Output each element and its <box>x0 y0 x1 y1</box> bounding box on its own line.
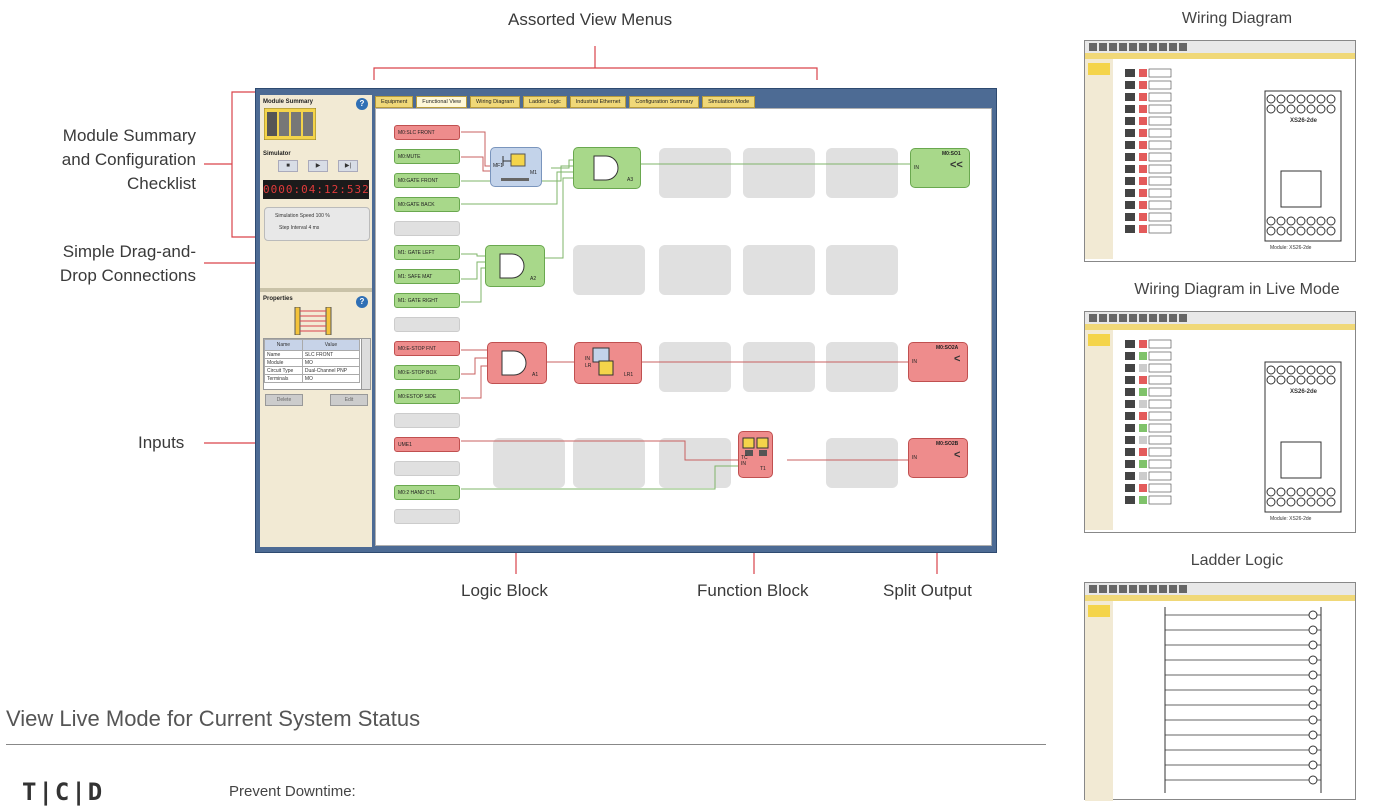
cell: Circuit Type <box>264 366 303 375</box>
input-block[interactable]: M0:ESTOP SIDE <box>394 389 460 404</box>
thumbnail-image <box>1085 312 1355 530</box>
table-row: Circuit Type Dual-Channel PNP <box>264 366 361 375</box>
ladder-logic-thumbnail[interactable] <box>1084 582 1356 801</box>
port-label-in: IN <box>741 461 746 467</box>
empty-input-slot[interactable] <box>394 317 460 332</box>
section-heading: View Live Mode for Current System Status <box>6 706 421 731</box>
edit-button[interactable]: Edit <box>330 394 368 406</box>
wiring-live-thumbnail[interactable] <box>1084 311 1356 533</box>
table-row: Module MO <box>264 358 361 367</box>
input-block[interactable]: M0:GATE BACK <box>394 197 460 212</box>
output-label-so2a: M0:SO2A <box>936 345 959 351</box>
cell: SLC FRONT <box>301 350 361 359</box>
properties-table: Name Value Name SLC FRONT Module MO Circuit… <box>263 338 371 390</box>
simulation-settings: Simulation Speed 100 % Step Interval 4 m… <box>264 207 370 241</box>
panel-divider[interactable] <box>260 288 372 292</box>
module-caption: Module: XS26-2de <box>1270 245 1312 251</box>
cell: Terminals <box>264 374 303 383</box>
simulation-speed: Simulation Speed 100 % <box>275 213 330 219</box>
stop-button[interactable]: ■ <box>278 160 298 172</box>
step-interval: Step Interval 4 ms <box>279 225 320 231</box>
output-label-so2b: M0:SO2B <box>936 441 959 447</box>
input-block[interactable]: M1: GATE RIGHT <box>394 293 460 308</box>
thumbnail-image <box>1085 41 1355 259</box>
port-label-in: IN <box>914 165 919 171</box>
module-summary-title: Module Summary <box>263 99 314 105</box>
thumb-title-wiring-live: Wiring Diagram in Live Mode <box>1134 281 1340 298</box>
wiring-diagram-thumbnail[interactable] <box>1084 40 1356 262</box>
block-label-t1: T1 <box>760 466 766 472</box>
tab-ladder-logic[interactable]: Ladder Logic <box>522 96 567 108</box>
split-output-icon: < <box>954 449 961 461</box>
delete-button[interactable]: Delete <box>265 394 303 406</box>
help-icon[interactable]: ? <box>356 98 368 110</box>
thumb-title-wiring: Wiring Diagram <box>1181 10 1293 27</box>
input-block[interactable]: M1: GATE LEFT <box>394 245 460 260</box>
empty-input-slot[interactable] <box>394 413 460 428</box>
port-label-in: IN <box>585 356 590 362</box>
input-block[interactable]: M0:MUTE <box>394 149 460 164</box>
simulator-title: Simulator <box>263 151 291 157</box>
cell: Dual-Channel PNP <box>301 366 361 375</box>
play-button[interactable]: ▶ <box>308 160 328 172</box>
tab-configuration-summary[interactable]: Configuration Summary <box>629 96 700 108</box>
column-header: Value <box>301 339 361 351</box>
input-block[interactable]: M1: SAFE MAT <box>394 269 460 284</box>
subheading: Prevent Downtime: <box>229 783 356 800</box>
tcd-logo: T|C|D <box>22 778 105 806</box>
thumbnail-image <box>1085 583 1355 801</box>
tab-equipment[interactable]: Equipment <box>375 96 414 108</box>
table-row: Name SLC FRONT <box>264 350 361 359</box>
thumb-title-ladder: Ladder Logic <box>1190 552 1284 569</box>
cell: Name <box>264 350 303 359</box>
tab-simulation-mode[interactable]: Simulation Mode <box>702 96 756 108</box>
connection-wires <box>461 131 913 490</box>
block-label-lr1: LR1 <box>624 372 634 378</box>
input-block[interactable]: M0:SLC FRONT <box>394 125 460 140</box>
simulation-timer: 0000:04:12:532 <box>263 180 369 199</box>
safety-light-curtain-icon <box>294 307 332 335</box>
module-summary-icon[interactable] <box>264 108 316 140</box>
input-block[interactable]: M0:E-STOP BOX <box>394 365 460 380</box>
view-tabs: Equipment Functional View Wiring Diagram La… <box>375 96 991 108</box>
input-block[interactable]: M0:2 HAND CTL <box>394 485 460 500</box>
table-row: Terminals MO <box>264 374 361 383</box>
split-output-icon: << <box>950 159 963 171</box>
split-output-icon: < <box>954 353 961 365</box>
block-label-mf1: MF1 <box>493 163 503 169</box>
input-block[interactable]: M0:GATE FRONT <box>394 173 460 188</box>
step-button[interactable]: ▶| <box>338 160 358 172</box>
empty-input-slot[interactable] <box>394 509 460 524</box>
scrollbar[interactable] <box>361 339 370 389</box>
port-label-in: IN <box>912 359 917 365</box>
cell: MO <box>301 358 361 367</box>
port-label-in: IN <box>912 455 917 461</box>
tab-industrial-ethernet[interactable]: Industrial Ethernet <box>569 96 627 108</box>
port-label-lr: LR <box>585 363 592 369</box>
tab-wiring-diagram[interactable]: Wiring Diagram <box>470 96 520 108</box>
column-header: Name <box>264 339 303 351</box>
input-block[interactable]: UME1 <box>394 437 460 452</box>
input-block[interactable]: M0:E-STOP FNT <box>394 341 460 356</box>
module-model-label: XS26-2de <box>1290 389 1318 395</box>
block-label-a3: A3 <box>627 177 634 183</box>
tab-functional-view[interactable]: Functional View <box>416 96 468 108</box>
module-caption: Module: XS26-2de <box>1270 516 1312 522</box>
empty-input-slot[interactable] <box>394 221 460 236</box>
output-label-so1: M0:SO1 <box>942 151 961 157</box>
section-divider <box>6 744 1046 745</box>
module-model-label: XS26-2de <box>1290 118 1318 124</box>
cell: MO <box>301 374 361 383</box>
block-label-a2: A2 <box>530 276 537 282</box>
empty-input-slot[interactable] <box>394 461 460 476</box>
block-label-m1: M1 <box>530 170 537 176</box>
cell: Module <box>264 358 303 367</box>
properties-title: Properties <box>263 296 293 302</box>
block-label-a1: A1 <box>532 372 539 378</box>
help-icon[interactable]: ? <box>356 296 368 308</box>
